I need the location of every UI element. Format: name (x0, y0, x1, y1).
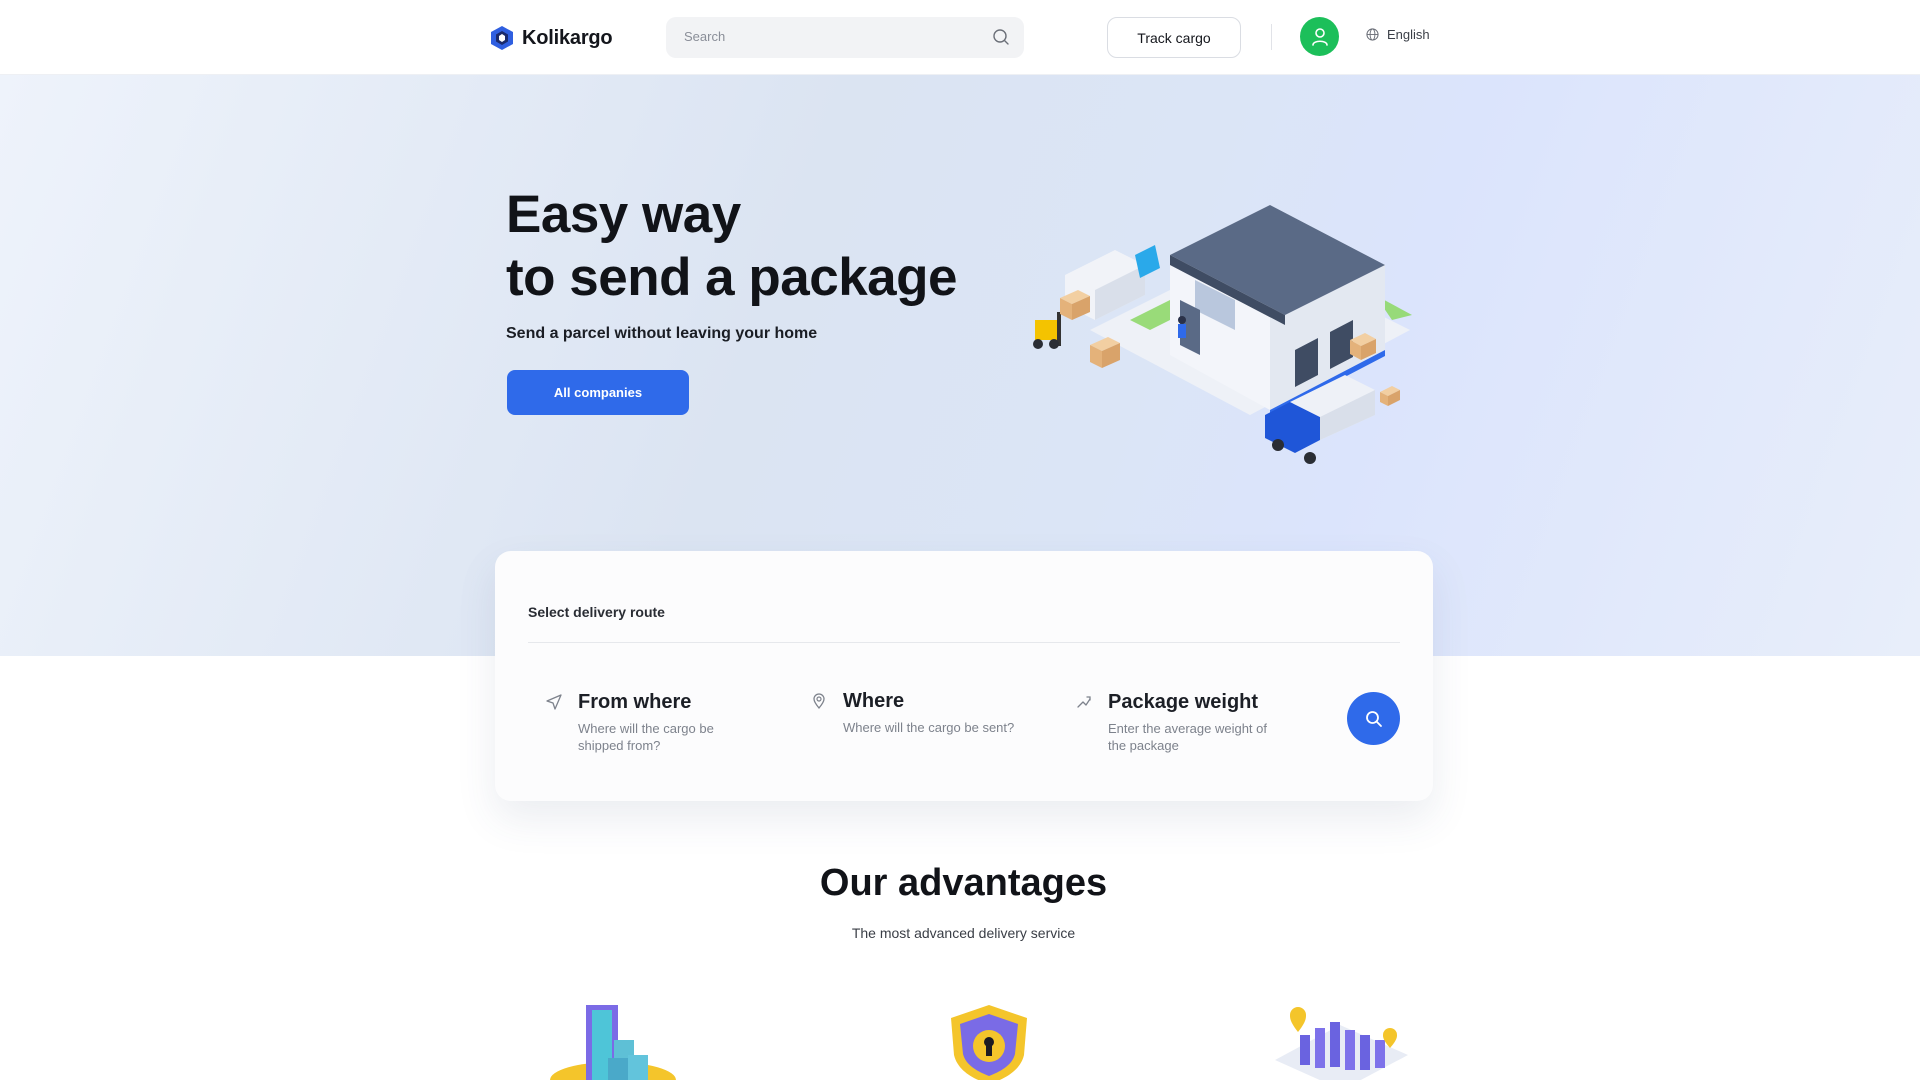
user-icon (1311, 27, 1328, 46)
brand-name: Kolikargo (522, 26, 613, 49)
where-hint: Where will the cargo be sent? (843, 720, 1015, 735)
header-divider (1271, 24, 1272, 50)
language-selector[interactable]: English (1366, 27, 1430, 42)
hero-title-line1: Easy way (506, 185, 741, 244)
route-card-title: Select delivery route (528, 604, 665, 620)
where-label: Where (843, 690, 905, 712)
route-search-button[interactable] (1347, 692, 1400, 745)
city-map-illustration (1275, 1007, 1408, 1080)
route-divider (528, 642, 1400, 643)
advantages-title: Our advantages (819, 862, 1108, 904)
hero-subtitle: Send a parcel without leaving your home (506, 325, 818, 342)
search-placeholder: Search (684, 29, 726, 44)
send-arrow-icon (546, 694, 562, 710)
search-icon (1365, 710, 1382, 727)
all-companies-button[interactable]: All companies (507, 370, 689, 415)
globe-icon (1366, 28, 1379, 41)
hero-title: Easy way to send a package (506, 183, 958, 309)
search-icon[interactable] (992, 28, 1010, 46)
delivery-route-card: Select delivery route From where Where w… (495, 551, 1433, 801)
hero-title-line2: to send a package (506, 248, 958, 307)
language-label: English (1387, 27, 1430, 42)
brand-logo[interactable]: Kolikargo (490, 25, 613, 51)
map-pin-icon (813, 693, 825, 710)
package-weight-hint: Enter the average weight of the package (1108, 721, 1267, 753)
search-input[interactable]: Search (666, 17, 1024, 58)
user-avatar-button[interactable] (1300, 17, 1339, 56)
advantages-subtitle: The most advanced delivery service (851, 925, 1076, 941)
hexagon-logo-icon (491, 26, 513, 50)
package-weight-label: Package weight (1108, 691, 1259, 713)
security-shield-illustration (951, 1005, 1027, 1080)
track-cargo-button[interactable]: Track cargo (1107, 17, 1241, 58)
delivery-door-illustration (550, 1005, 676, 1080)
site-header: Kolikargo Search Track cargo English (0, 0, 1920, 75)
warehouse-illustration (1033, 205, 1412, 464)
from-where-label: From where (578, 691, 692, 713)
weight-icon (1077, 696, 1091, 708)
from-where-hint: Where will the cargo be shipped from? (578, 721, 714, 753)
